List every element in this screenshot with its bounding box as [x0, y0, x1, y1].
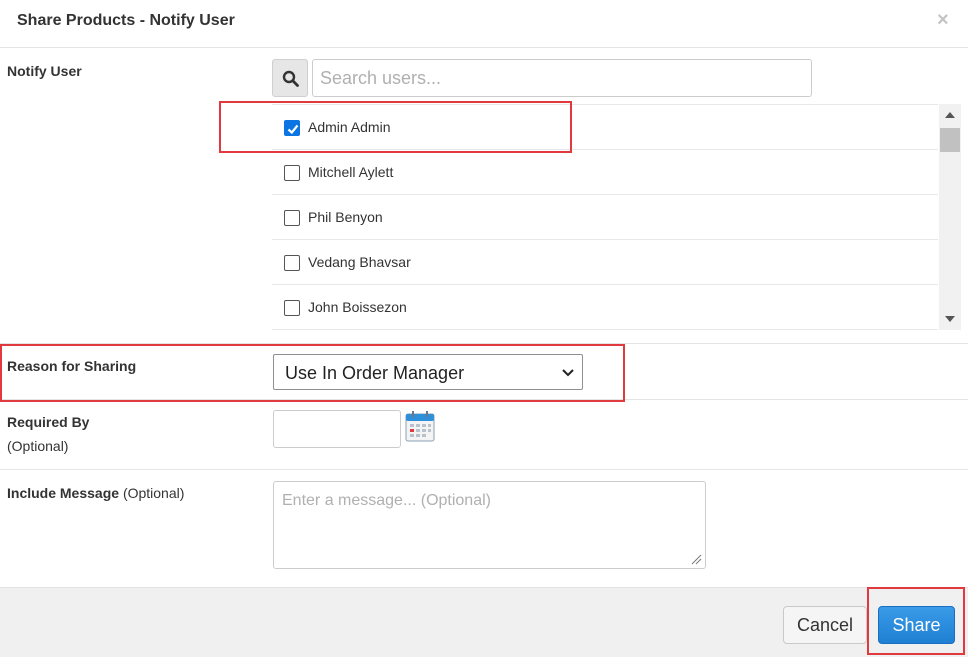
reason-select[interactable]: Use In Order Manager: [273, 354, 583, 390]
required-by-label: Required By: [7, 414, 90, 430]
user-list: Admin Admin Mitchell Aylett Phil Benyon …: [272, 104, 938, 330]
search-users-input[interactable]: [312, 59, 812, 97]
divider: [0, 399, 968, 400]
checkbox[interactable]: [284, 210, 300, 226]
scroll-down-arrow-icon[interactable]: [945, 316, 955, 322]
user-list-scrollbar[interactable]: [939, 104, 961, 330]
required-by-optional: (Optional): [7, 438, 69, 454]
divider: [0, 343, 968, 344]
checkbox[interactable]: [284, 255, 300, 271]
dialog-header: Share Products - Notify User ×: [0, 0, 968, 48]
reason-selected-value: Use In Order Manager: [285, 363, 465, 383]
close-icon[interactable]: ×: [937, 10, 949, 30]
user-name: Vedang Bhavsar: [308, 254, 411, 270]
checkbox[interactable]: [284, 300, 300, 316]
required-by-date-input[interactable]: [273, 410, 401, 448]
list-item-phil-benyon[interactable]: Phil Benyon: [272, 195, 938, 240]
calendar-icon[interactable]: [405, 410, 435, 442]
checkbox[interactable]: [284, 120, 300, 136]
reason-label: Reason for Sharing: [7, 358, 137, 374]
share-button[interactable]: Share: [878, 606, 955, 644]
user-name: Mitchell Aylett: [308, 164, 394, 180]
scroll-up-arrow-icon[interactable]: [945, 112, 955, 118]
user-name: John Boissezon: [308, 299, 407, 315]
cancel-button[interactable]: Cancel: [783, 606, 867, 644]
include-message-optional: (Optional): [122, 485, 185, 501]
search-icon: [282, 70, 299, 87]
divider: [0, 469, 968, 470]
message-textarea[interactable]: [273, 481, 706, 569]
notify-user-label: Notify User: [7, 63, 82, 79]
include-message-label: Include Message (Optional): [7, 485, 184, 501]
list-item-admin-admin[interactable]: Admin Admin: [272, 105, 938, 150]
resize-grip-icon[interactable]: [690, 553, 702, 565]
list-item-mitchell-aylett[interactable]: Mitchell Aylett: [272, 150, 938, 195]
list-item-john-boissezon[interactable]: John Boissezon: [272, 285, 938, 330]
checkbox[interactable]: [284, 165, 300, 181]
list-item-vedang-bhavsar[interactable]: Vedang Bhavsar: [272, 240, 938, 285]
scroll-thumb[interactable]: [940, 128, 960, 152]
user-name: Phil Benyon: [308, 209, 383, 225]
include-message-label-text: Include Message: [7, 485, 120, 501]
user-name: Admin Admin: [308, 119, 391, 135]
chevron-down-icon: [562, 369, 574, 377]
search-button[interactable]: [272, 59, 308, 97]
share-products-dialog: Share Products - Notify User × Notify Us…: [0, 0, 968, 657]
dialog-title: Share Products - Notify User: [17, 12, 235, 29]
